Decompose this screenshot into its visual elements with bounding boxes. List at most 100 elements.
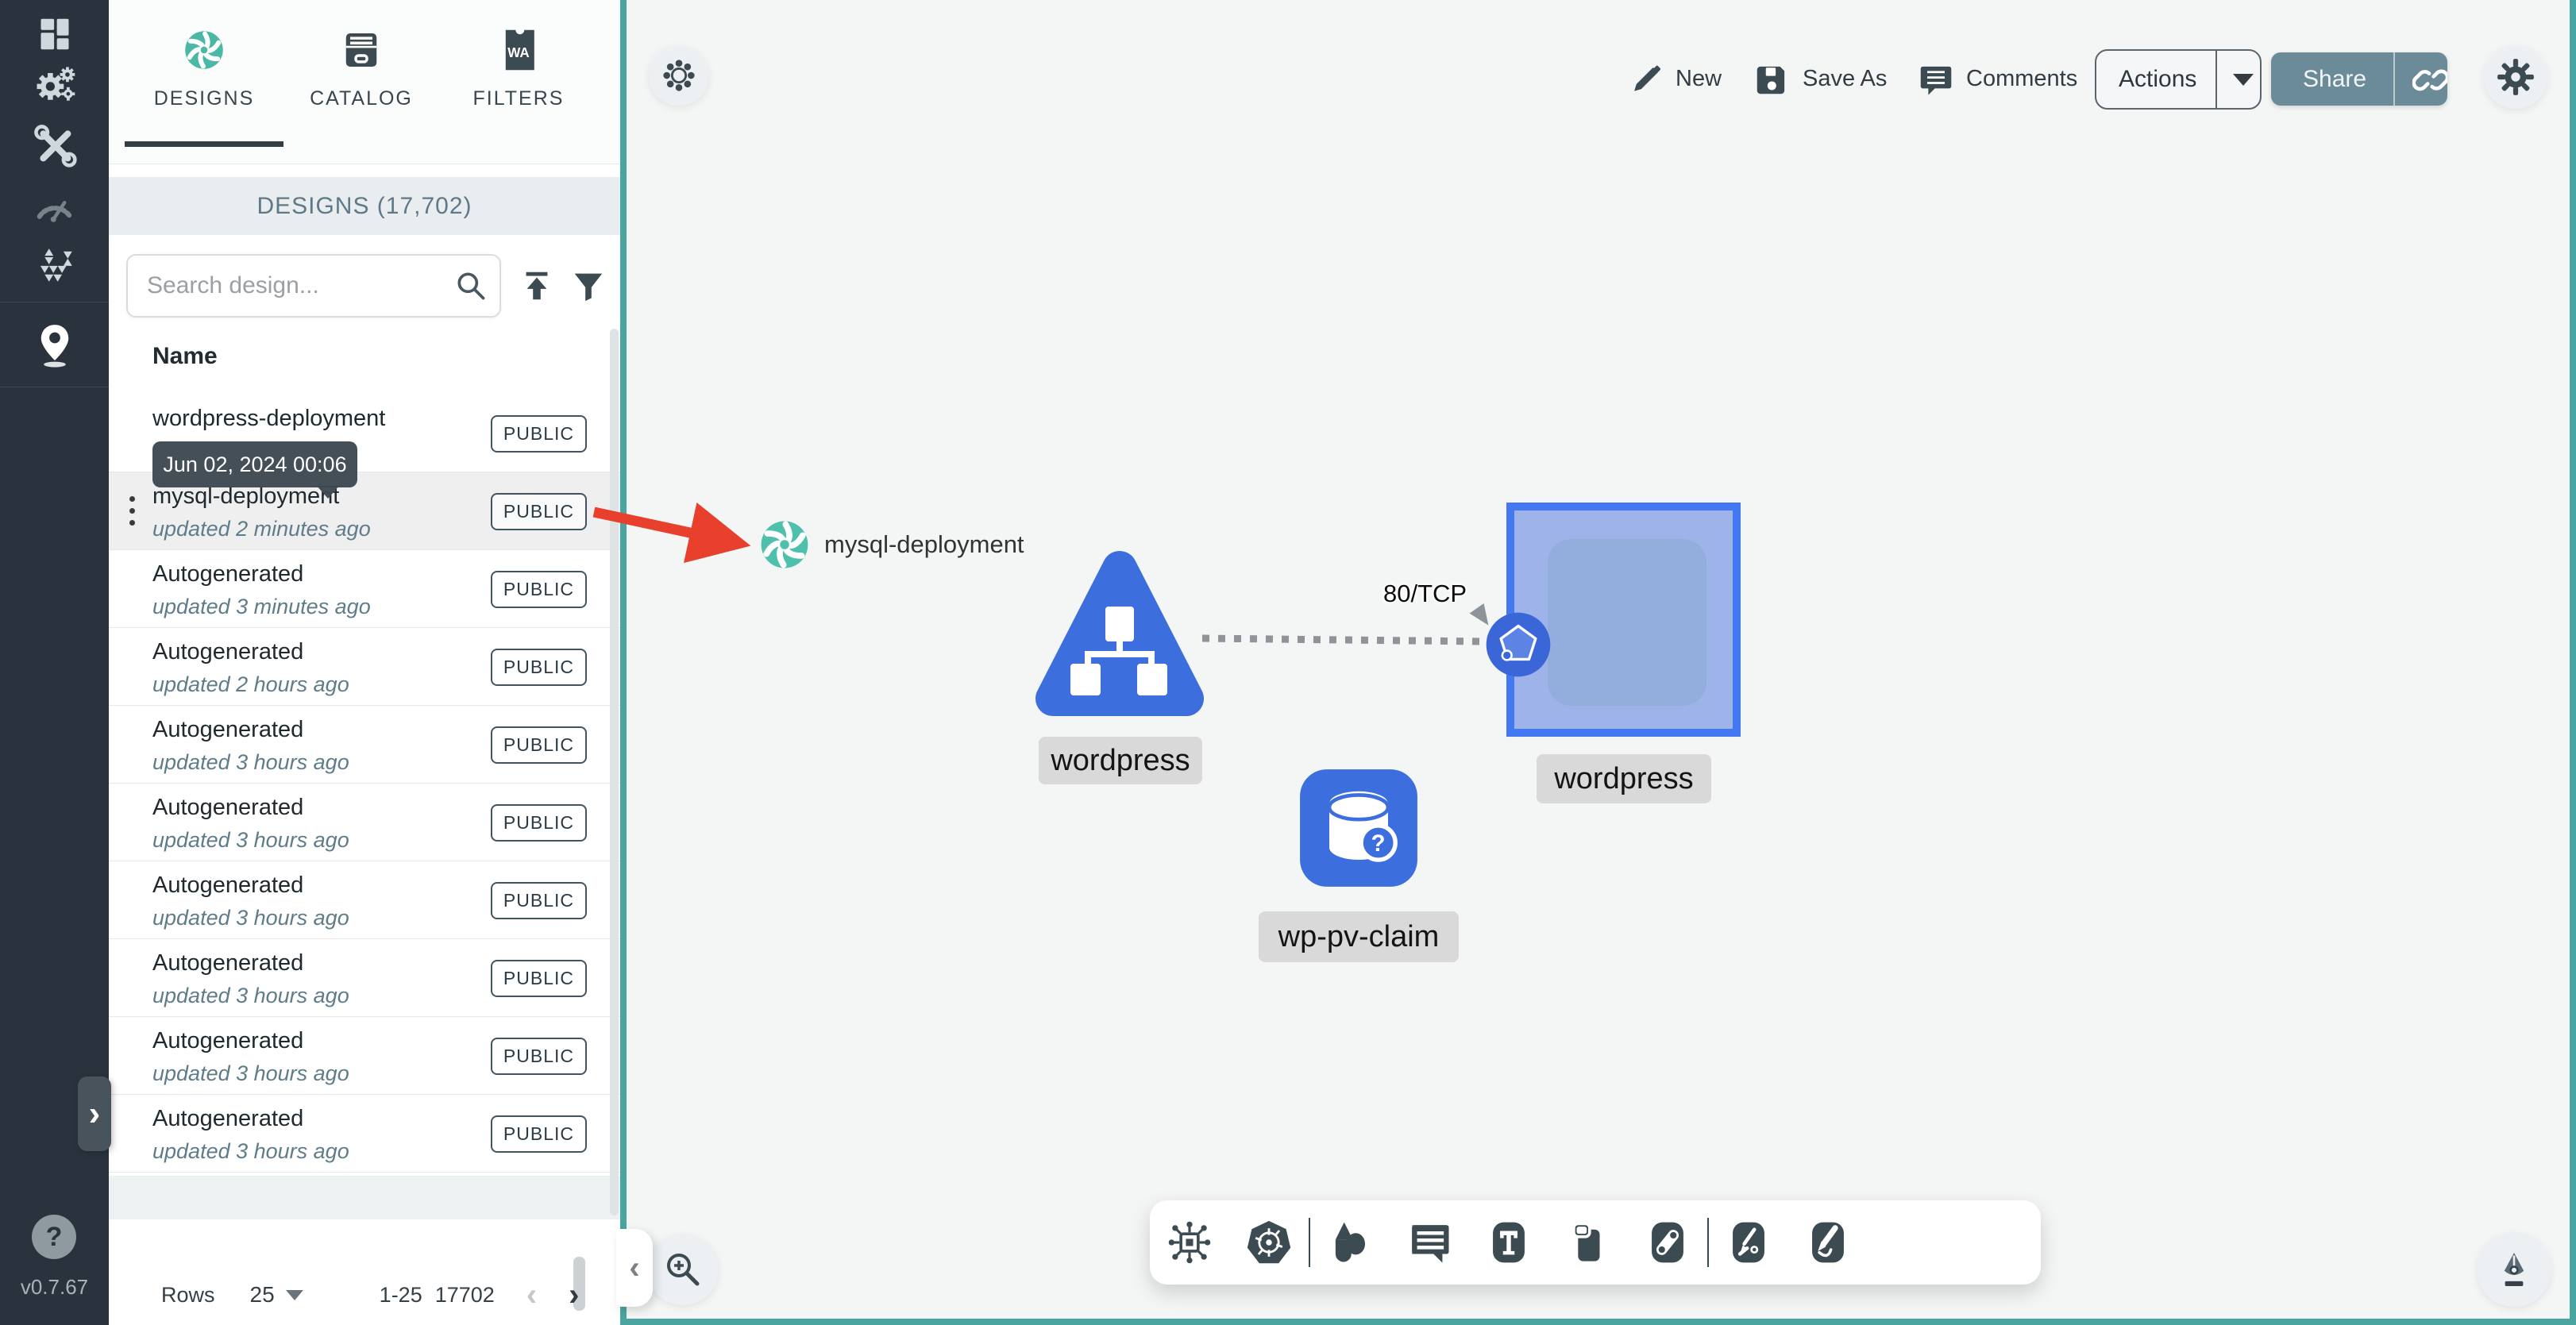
module-tool-button[interactable] (1150, 1200, 1229, 1285)
node-label-wordpress-deployment: wordpress (1537, 754, 1711, 803)
collapse-panel-chevron[interactable]: ‹ (616, 1229, 653, 1307)
shapes-tool-button[interactable] (1310, 1200, 1390, 1285)
nav-extensions[interactable] (0, 237, 109, 292)
list-scrollbar[interactable] (610, 329, 619, 1215)
design-updated: updated 3 hours ago (152, 828, 349, 852)
rows-per-page-label: Rows (161, 1282, 215, 1307)
design-name: Autogenerated (152, 872, 304, 898)
visibility-badge: PUBLIC (490, 726, 587, 764)
expand-nav-chevron[interactable]: › (78, 1077, 111, 1151)
panel-canvas-divider (620, 0, 627, 1325)
design-list-row[interactable]: Autogenerated updated 3 hours ago PUBLIC (109, 706, 620, 784)
comment-icon (1920, 66, 1952, 95)
node-label-wordpress-service: wordpress (1039, 737, 1202, 784)
design-list-row[interactable]: Autogenerated updated 3 minutes ago PUBL… (109, 550, 620, 628)
nav-dashboard[interactable] (0, 6, 109, 62)
upload-icon (526, 272, 548, 300)
list-end-strip (109, 1176, 620, 1219)
design-list-row[interactable]: Autogenerated updated 3 hours ago PUBLIC (109, 1017, 620, 1095)
zoom-in-icon (667, 1254, 700, 1286)
nav-lifecycle[interactable] (0, 57, 109, 113)
comments-button[interactable]: Comments (1919, 54, 2077, 103)
designs-sidebar-panel: DESIGNS CATALOG WA FILTERS DESIGNS (17,7… (109, 0, 620, 1325)
meshery-spiral-icon (133, 24, 276, 76)
dragged-design-chip[interactable]: mysql-deployment (759, 519, 1024, 570)
comment-icon (1412, 1225, 1449, 1263)
rows-per-page-select[interactable]: 25 (250, 1282, 275, 1308)
tab-filters[interactable]: WA FILTERS (447, 24, 590, 110)
kubernetes-tool-button[interactable] (1229, 1200, 1309, 1285)
comment-tool-button[interactable] (1390, 1200, 1469, 1285)
rectangle-tool-button[interactable] (1548, 1200, 1628, 1285)
share-button[interactable]: Share (2271, 52, 2447, 106)
upload-design-button[interactable] (518, 267, 556, 305)
pencil-icon (1634, 65, 1660, 91)
actions-caret-icon[interactable] (2233, 73, 2254, 86)
svg-text:WA: WA (507, 45, 530, 60)
design-name: Autogenerated (152, 561, 304, 587)
pen-nib-icon (2504, 1253, 2524, 1286)
settings-button[interactable] (2484, 45, 2547, 109)
copy-link-icon[interactable] (2412, 61, 2447, 98)
visibility-badge: PUBLIC (490, 493, 587, 530)
pod-badge[interactable] (1485, 611, 1552, 678)
filter-list-button[interactable] (569, 267, 607, 305)
tools-icon (33, 125, 77, 168)
node-wordpress-service[interactable] (1032, 546, 1207, 722)
row-menu-icon[interactable] (129, 496, 135, 526)
pagination-bar: Rows 25 1-25 17702 ‹ › (109, 1267, 620, 1323)
search-icon[interactable] (453, 268, 488, 303)
next-page-button[interactable]: › (569, 1279, 579, 1311)
design-list-row[interactable]: Autogenerated updated 3 hours ago PUBLIC (109, 861, 620, 939)
nav-configuration[interactable] (0, 117, 109, 173)
nav-performance[interactable] (0, 176, 109, 232)
sidebar-tabs: DESIGNS CATALOG WA FILTERS (109, 0, 620, 164)
design-list-row[interactable]: Autogenerated updated 3 hours ago PUBLIC (109, 784, 620, 861)
tab-designs-label: DESIGNS (153, 87, 255, 110)
tab-designs[interactable]: DESIGNS (125, 24, 283, 147)
design-chip-label: mysql-deployment (824, 530, 1024, 558)
panel-title: DESIGNS (17,702) (109, 177, 620, 235)
design-list-row[interactable]: Autogenerated updated 2 hours ago PUBLIC (109, 628, 620, 706)
tab-catalog[interactable]: CATALOG (290, 24, 433, 110)
components-drawer-button[interactable] (649, 45, 709, 106)
nav-visualize[interactable] (0, 318, 109, 373)
rows-select-caret-icon[interactable] (285, 1289, 303, 1300)
design-updated: updated 2 minutes ago (152, 517, 371, 541)
save-as-button[interactable]: Save As (1755, 54, 1887, 103)
design-updated: updated 3 hours ago (152, 750, 349, 774)
dot-mesh-icon (663, 60, 695, 91)
service-edge (1201, 634, 1483, 645)
new-design-button[interactable]: New (1629, 54, 1722, 103)
design-list-row[interactable]: Autogenerated updated 3 hours ago PUBLIC (109, 939, 620, 1017)
design-name: Autogenerated (152, 795, 304, 820)
visibility-badge: PUBLIC (490, 882, 587, 919)
search-input[interactable] (128, 272, 453, 299)
pen-arrow-tool-button[interactable] (1709, 1200, 1788, 1285)
node-label-wp-pv-claim: wp-pv-claim (1259, 911, 1459, 962)
new-label: New (1676, 65, 1722, 91)
floppy-save-icon (1757, 66, 1785, 94)
zoom-in-button[interactable] (647, 1234, 719, 1305)
location-pin-icon (40, 325, 68, 368)
actions-dropdown-button[interactable]: Actions (2095, 49, 2262, 110)
design-mode-button[interactable] (2477, 1232, 2551, 1307)
prev-page-button[interactable]: ‹ (526, 1279, 537, 1311)
design-name: wordpress-deployment (152, 406, 386, 431)
freehand-draw-tool-button[interactable] (1788, 1200, 1868, 1285)
link-tool-button[interactable] (1628, 1200, 1707, 1285)
design-list-row[interactable]: Autogenerated updated 3 hours ago PUBLIC (109, 1095, 620, 1173)
mesh-triangles-icon (40, 248, 72, 282)
actions-label: Actions (2119, 66, 2197, 92)
wasm-filters-icon: WA (447, 24, 590, 76)
kubernetes-icon (1247, 1220, 1291, 1264)
tooltip-arrow (317, 486, 339, 499)
design-updated: updated 3 hours ago (152, 1139, 349, 1163)
catalog-archive-icon (290, 24, 433, 76)
design-updated: updated 3 minutes ago (152, 595, 371, 618)
text-tool-button[interactable] (1469, 1200, 1548, 1285)
column-header-name: Name (152, 343, 218, 369)
visibility-badge: PUBLIC (490, 649, 587, 686)
node-wp-pv-claim[interactable]: ? (1298, 767, 1420, 889)
help-button[interactable]: ? (32, 1215, 76, 1259)
